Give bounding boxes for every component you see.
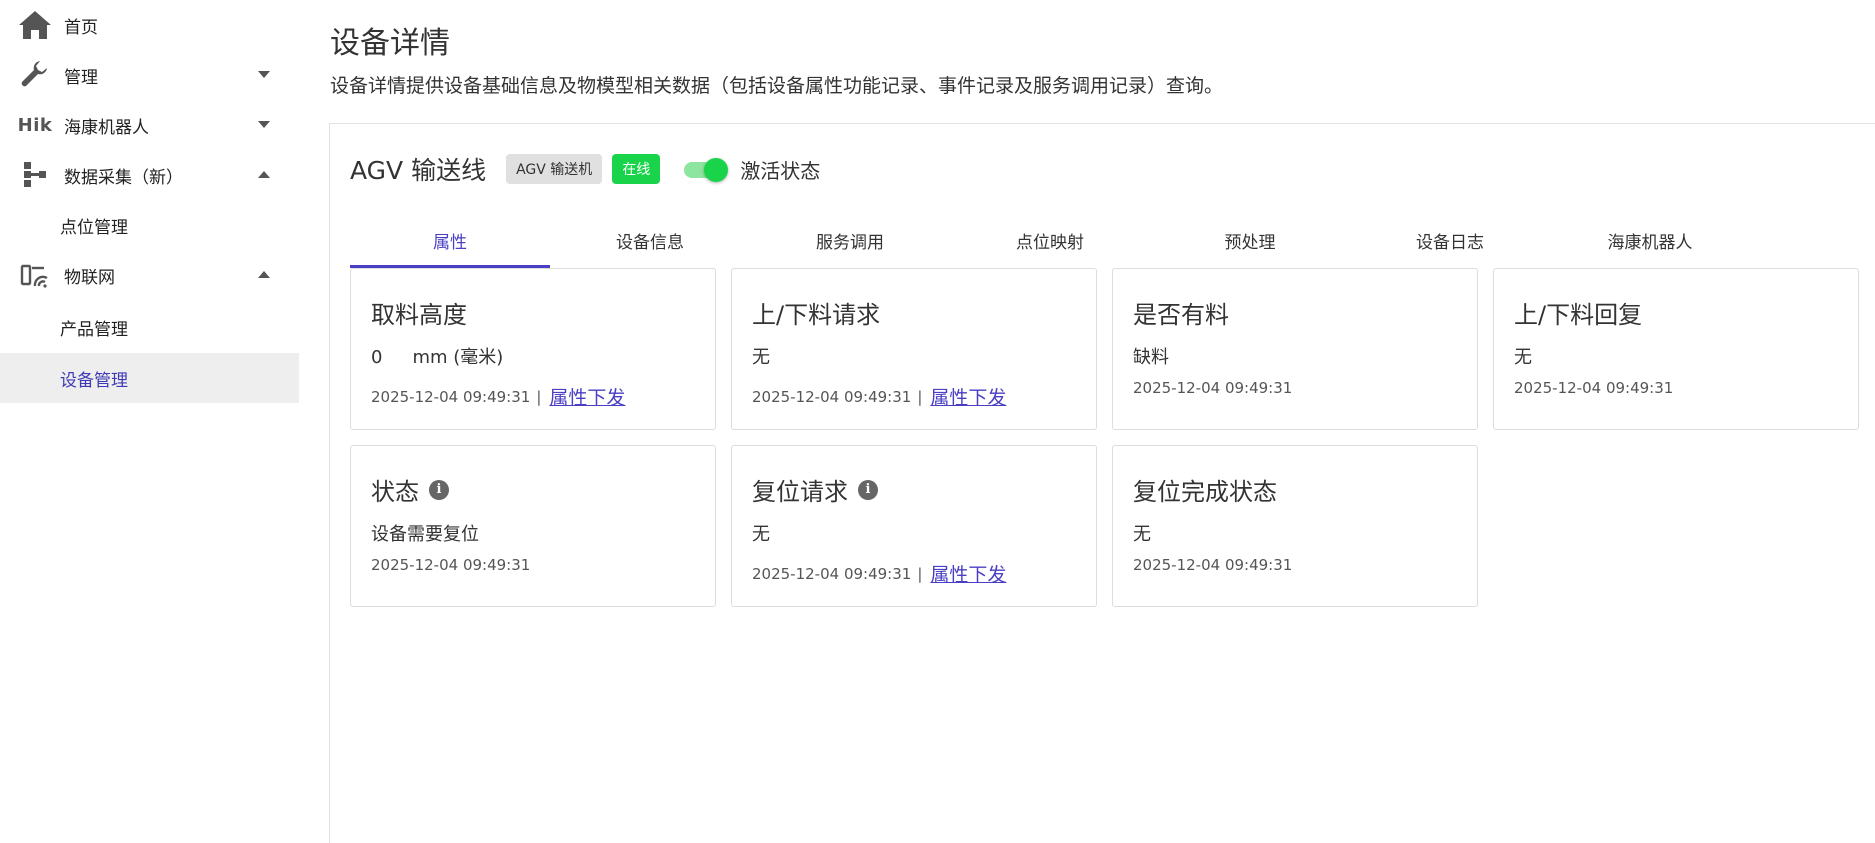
property-card: 复位请求 i 无 2025-12-04 09:49:31 | 属性下发	[731, 445, 1097, 607]
card-value: 0 mm (毫米)	[371, 343, 503, 369]
card-timestamp: 2025-12-04 09:49:31	[371, 387, 531, 406]
property-set-link[interactable]: 属性下发	[930, 560, 1006, 587]
card-separator: |	[917, 387, 923, 406]
sidebar-item-label: 物联网	[64, 267, 115, 288]
sidebar-item-label: 设备管理	[60, 370, 128, 391]
card-meta: 2025-12-04 09:49:31 | 属性下发	[752, 560, 1006, 587]
tab-bar: 属性 设备信息 服务调用 点位映射 预处理 设备日志 海康机器人	[350, 212, 1750, 268]
sidebar-item-label: 产品管理	[60, 319, 128, 340]
device-header: AGV 输送线 AGV 输送机 在线 激活状态	[350, 150, 820, 188]
chevron-down-icon	[258, 69, 270, 81]
sidebar-item-label: 海康机器人	[64, 117, 149, 138]
tab-device-log[interactable]: 设备日志	[1350, 212, 1550, 268]
toggle-knob	[704, 158, 729, 182]
card-title: 复位请求 i	[752, 472, 878, 507]
sidebar-item-home[interactable]: 首页	[0, 0, 299, 50]
chevron-up-icon	[258, 269, 270, 281]
property-card: 上/下料回复 无 2025-12-04 09:49:31	[1493, 268, 1859, 430]
property-card: 复位完成状态 无 2025-12-04 09:49:31	[1112, 445, 1478, 607]
page-title: 设备详情	[330, 26, 450, 61]
chevron-down-icon	[258, 119, 270, 131]
property-card: 状态 i 设备需要复位 2025-12-04 09:49:31	[350, 445, 716, 607]
iot-icon	[18, 258, 52, 292]
card-value: 缺料	[1133, 347, 1169, 368]
card-value: 无	[752, 347, 770, 368]
card-value: 无	[752, 524, 770, 545]
status-badge: 在线	[612, 154, 661, 184]
wrench-icon	[18, 58, 52, 92]
sidebar-item-point-manage[interactable]: 点位管理	[0, 200, 299, 250]
info-icon[interactable]: i	[858, 479, 878, 500]
activation-toggle[interactable]	[682, 155, 729, 183]
device-name: AGV 输送线	[350, 156, 487, 185]
card-value-unit: mm (毫米)	[412, 347, 504, 368]
card-timestamp: 2025-12-04 09:49:31	[752, 387, 912, 406]
card-meta: 2025-12-04 09:49:31	[371, 556, 530, 574]
sidebar-item-device-manage[interactable]: 设备管理	[0, 353, 299, 403]
card-timestamp: 2025-12-04 09:49:31	[1133, 556, 1293, 574]
sidebar-item-label: 数据采集（新）	[64, 167, 183, 188]
tab-point-mapping[interactable]: 点位映射	[950, 212, 1150, 268]
card-meta: 2025-12-04 09:49:31 | 属性下发	[752, 383, 1006, 410]
sidebar-item-label: 管理	[64, 67, 98, 88]
tree-icon	[18, 158, 52, 192]
sidebar-item-label: 首页	[64, 17, 98, 38]
card-title: 是否有料	[1133, 301, 1229, 329]
card-title-text: 状态	[371, 478, 419, 506]
property-set-link[interactable]: 属性下发	[930, 383, 1006, 410]
card-title-text: 复位请求	[752, 478, 848, 506]
sidebar-item-product-manage[interactable]: 产品管理	[0, 302, 299, 352]
card-value: 设备需要复位	[371, 524, 479, 545]
card-title: 状态 i	[371, 472, 449, 507]
sidebar-item-data-collect[interactable]: 数据采集（新）	[0, 150, 299, 200]
property-card: 上/下料请求 无 2025-12-04 09:49:31 | 属性下发	[731, 268, 1097, 430]
card-title: 上/下料回复	[1514, 301, 1643, 329]
chevron-up-icon	[258, 169, 270, 181]
card-timestamp: 2025-12-04 09:49:31	[752, 564, 912, 583]
card-meta: 2025-12-04 09:49:31	[1133, 379, 1292, 397]
property-card: 是否有料 缺料 2025-12-04 09:49:31	[1112, 268, 1478, 430]
activation-label: 激活状态	[740, 158, 821, 183]
property-card: 取料高度 0 mm (毫米) 2025-12-04 09:49:31 | 属性下发	[350, 268, 716, 430]
tab-device-info[interactable]: 设备信息	[550, 212, 750, 268]
card-separator: |	[536, 387, 542, 406]
tab-properties[interactable]: 属性	[350, 212, 550, 268]
card-separator: |	[917, 564, 923, 583]
sidebar-item-manage[interactable]: 管理	[0, 50, 299, 100]
card-timestamp: 2025-12-04 09:49:31	[1514, 379, 1674, 397]
property-set-link[interactable]: 属性下发	[549, 383, 625, 410]
page-description: 设备详情提供设备基础信息及物模型相关数据（包括设备属性功能记录、事件记录及服务调…	[330, 75, 1224, 97]
card-timestamp: 2025-12-04 09:49:31	[1133, 379, 1293, 397]
home-icon	[18, 8, 52, 42]
tab-service-call[interactable]: 服务调用	[750, 212, 950, 268]
sidebar: 首页 管理 Hik 海康机器人 数据采集（新） 点位管理 物联网 产品管理 设备…	[0, 0, 299, 828]
card-meta: 2025-12-04 09:49:31	[1133, 556, 1292, 574]
sidebar-item-iot[interactable]: 物联网	[0, 250, 299, 300]
card-value: 无	[1514, 347, 1532, 368]
device-type-chip: AGV 输送机	[506, 154, 603, 184]
card-title: 取料高度	[371, 301, 467, 329]
sidebar-item-hik-robot[interactable]: Hik 海康机器人	[0, 100, 299, 150]
tab-hik-robot[interactable]: 海康机器人	[1550, 212, 1750, 268]
card-value: 无	[1133, 524, 1151, 545]
info-icon[interactable]: i	[429, 479, 449, 500]
card-meta: 2025-12-04 09:49:31 | 属性下发	[371, 383, 625, 410]
tab-preprocess[interactable]: 预处理	[1150, 212, 1350, 268]
card-meta: 2025-12-04 09:49:31	[1514, 379, 1673, 397]
card-timestamp: 2025-12-04 09:49:31	[371, 556, 531, 574]
hik-logo: Hik	[17, 114, 53, 136]
card-title: 复位完成状态	[1133, 478, 1277, 506]
card-title: 上/下料请求	[752, 301, 881, 329]
card-value-number: 0	[371, 347, 383, 368]
sidebar-item-label: 点位管理	[60, 217, 128, 238]
